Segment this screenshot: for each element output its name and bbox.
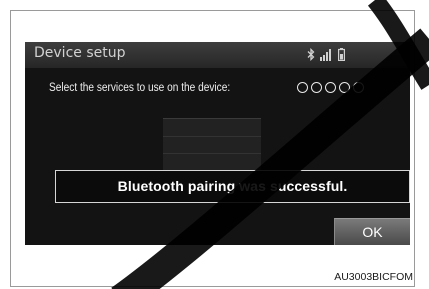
popup-message: Bluetooth pairing was successful. <box>117 178 348 194</box>
service-indicator-3[interactable] <box>325 82 336 93</box>
service-indicator-5[interactable] <box>353 82 364 93</box>
device-setup-screen: Device setup Select the services to use … <box>25 42 410 245</box>
background-list-item <box>163 118 261 170</box>
bluetooth-icon <box>307 48 315 61</box>
signal-strength-icon <box>320 49 331 61</box>
service-indicator-2[interactable] <box>311 82 322 93</box>
battery-icon <box>338 48 345 61</box>
status-bar <box>307 48 357 62</box>
screen-title: Device setup <box>34 45 126 61</box>
background-divider <box>163 153 261 154</box>
manual-page: Device setup Select the services to use … <box>0 0 429 289</box>
header-bar: Device setup <box>25 42 410 68</box>
services-prompt: Select the services to use on the device… <box>49 82 231 94</box>
ok-button-label: OK <box>362 224 383 240</box>
background-divider <box>163 136 261 137</box>
figure-caption: AU3003BICFOM <box>334 271 413 283</box>
service-indicator-1[interactable] <box>297 82 308 93</box>
service-indicators <box>297 80 364 96</box>
pairing-success-popup: Bluetooth pairing was successful. <box>55 170 410 203</box>
service-indicator-4[interactable] <box>339 82 350 93</box>
ok-button[interactable]: OK <box>334 218 410 245</box>
